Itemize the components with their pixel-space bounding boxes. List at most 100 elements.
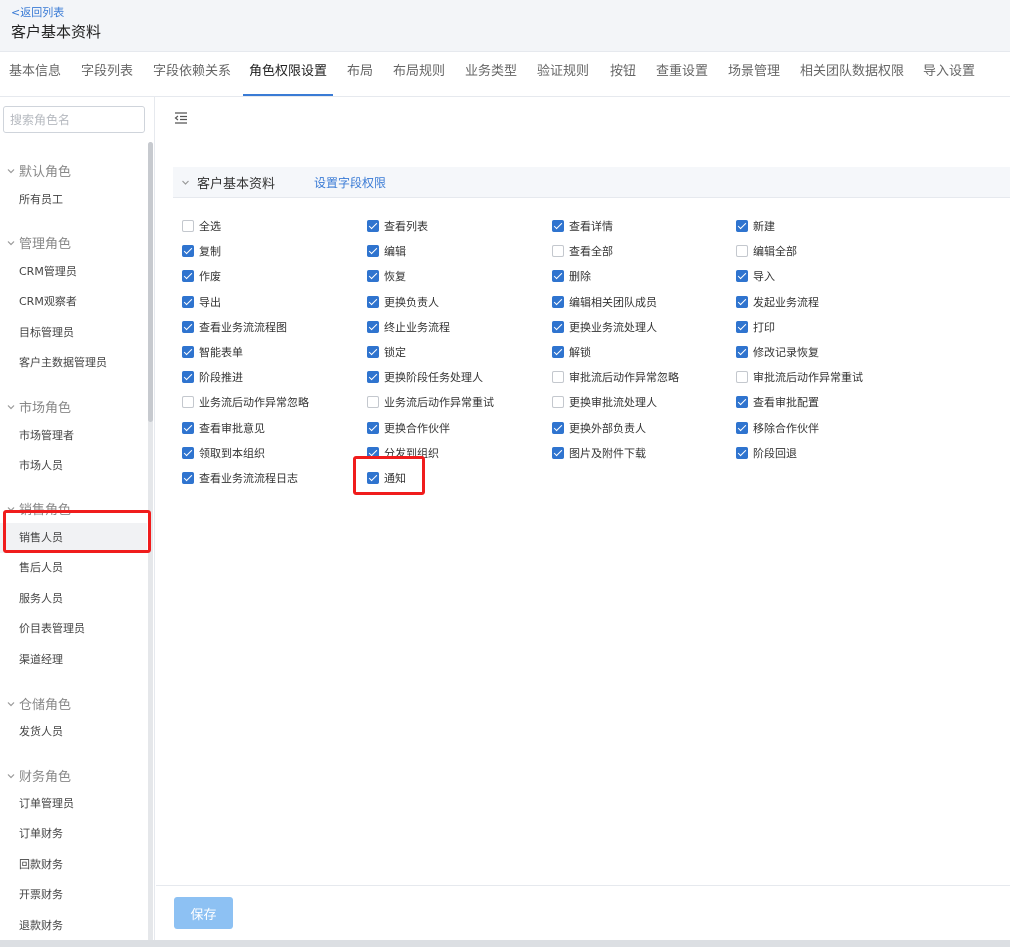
role-item[interactable]: 回款财务 xyxy=(0,850,147,880)
checkbox-checked[interactable] xyxy=(367,320,379,333)
checkbox-checked[interactable] xyxy=(182,446,194,459)
tab-duplicate-check[interactable]: 查重设置 xyxy=(656,52,708,96)
role-group-management[interactable]: 管理角色 xyxy=(7,233,71,252)
tab-basic-info[interactable]: 基本信息 xyxy=(9,52,61,96)
permission-option[interactable]: 审批流后动作异常忽略 xyxy=(552,369,679,385)
role-item[interactable]: 服务人员 xyxy=(0,584,147,614)
checkbox-unchecked[interactable] xyxy=(736,371,748,384)
checkbox-checked[interactable] xyxy=(182,472,194,484)
checkbox-checked[interactable] xyxy=(736,220,748,232)
checkbox-unchecked[interactable] xyxy=(552,396,564,409)
role-item[interactable]: 所有员工 xyxy=(0,185,147,215)
checkbox-checked[interactable] xyxy=(367,245,379,258)
checkbox-checked[interactable] xyxy=(736,346,748,358)
checkbox-checked[interactable] xyxy=(552,295,564,308)
tab-field-dependency[interactable]: 字段依赖关系 xyxy=(153,52,231,96)
role-item[interactable]: 发货人员 xyxy=(0,717,147,747)
tab-scene-management[interactable]: 场景管理 xyxy=(728,52,780,96)
permission-option[interactable]: 编辑相关团队成员 xyxy=(552,294,657,310)
role-item[interactable]: 订单管理员 xyxy=(0,789,147,819)
tab-validation-rules[interactable]: 验证规则 xyxy=(537,52,589,96)
role-group-warehouse[interactable]: 仓储角色 xyxy=(7,694,71,713)
tab-role-permissions[interactable]: 角色权限设置 xyxy=(243,52,333,96)
role-item[interactable]: 售后人员 xyxy=(0,553,147,583)
role-item-selected[interactable]: 销售人员 xyxy=(0,523,147,553)
tab-buttons[interactable]: 按钮 xyxy=(610,52,636,96)
permission-option[interactable]: 锁定 xyxy=(367,344,406,360)
checkbox-checked[interactable] xyxy=(367,421,379,434)
checkbox-checked[interactable] xyxy=(552,446,564,459)
checkbox-unchecked[interactable] xyxy=(182,396,194,409)
checkbox-checked[interactable] xyxy=(736,295,748,308)
role-item[interactable]: 价目表管理员 xyxy=(0,614,147,644)
checkbox-checked[interactable] xyxy=(367,346,379,358)
role-group-sales[interactable]: 销售角色 xyxy=(7,499,71,518)
checkbox-checked[interactable] xyxy=(736,396,748,409)
permission-option[interactable]: 审批流后动作异常重试 xyxy=(736,369,863,385)
permission-option[interactable]: 恢复 xyxy=(367,268,406,284)
checkbox-checked[interactable] xyxy=(552,346,564,358)
checkbox-unchecked[interactable] xyxy=(736,245,748,258)
tab-import-settings[interactable]: 导入设置 xyxy=(923,52,975,96)
role-item[interactable]: 客户主数据管理员 xyxy=(0,348,147,378)
checkbox-unchecked[interactable] xyxy=(182,220,194,232)
permission-option[interactable]: 终止业务流程 xyxy=(367,319,450,335)
permission-option[interactable]: 新建 xyxy=(736,218,775,234)
checkbox-checked[interactable] xyxy=(182,421,194,434)
role-item[interactable]: 订单财务 xyxy=(0,819,147,849)
horizontal-scrollbar[interactable] xyxy=(0,940,1010,947)
permission-option[interactable]: 编辑 xyxy=(367,243,406,259)
checkbox-checked[interactable] xyxy=(182,346,194,358)
permission-option[interactable]: 图片及附件下载 xyxy=(552,445,646,461)
checkbox-checked[interactable] xyxy=(367,472,379,484)
checkbox-checked[interactable] xyxy=(182,270,194,283)
permission-option[interactable]: 修改记录恢复 xyxy=(736,344,819,360)
tab-layout-rules[interactable]: 布局规则 xyxy=(393,52,445,96)
permission-option[interactable]: 解锁 xyxy=(552,344,591,360)
set-field-permission-link[interactable]: 设置字段权限 xyxy=(314,174,386,191)
role-group-marketing[interactable]: 市场角色 xyxy=(7,397,71,416)
checkbox-checked[interactable] xyxy=(736,270,748,283)
permission-section-header[interactable]: 客户基本资料 设置字段权限 xyxy=(173,167,1010,198)
permission-option[interactable]: 作废 xyxy=(182,268,221,284)
checkbox-checked[interactable] xyxy=(736,446,748,459)
checkbox-unchecked[interactable] xyxy=(367,396,379,409)
checkbox-checked[interactable] xyxy=(736,421,748,434)
permission-option[interactable]: 更换阶段任务处理人 xyxy=(367,369,483,385)
role-item[interactable]: 目标管理员 xyxy=(0,318,147,348)
checkbox-checked[interactable] xyxy=(552,270,564,283)
permission-option[interactable]: 全选 xyxy=(182,218,221,234)
checkbox-checked[interactable] xyxy=(552,421,564,434)
checkbox-checked[interactable] xyxy=(367,295,379,308)
permission-option[interactable]: 查看详情 xyxy=(552,218,613,234)
role-item[interactable]: CRM观察者 xyxy=(0,287,147,317)
permission-option[interactable]: 复制 xyxy=(182,243,221,259)
back-to-list-link[interactable]: <返回列表 xyxy=(11,4,64,20)
role-group-finance[interactable]: 财务角色 xyxy=(7,766,71,785)
tab-layout[interactable]: 布局 xyxy=(347,52,373,96)
permission-option[interactable]: 分发到组织 xyxy=(367,445,439,461)
permission-option[interactable]: 导出 xyxy=(182,294,221,310)
role-item[interactable]: 开票财务 xyxy=(0,880,147,910)
permission-option[interactable]: 编辑全部 xyxy=(736,243,797,259)
permission-option[interactable]: 查看全部 xyxy=(552,243,613,259)
permission-option[interactable]: 打印 xyxy=(736,319,775,335)
permission-option[interactable]: 通知 xyxy=(367,470,406,486)
checkbox-checked[interactable] xyxy=(367,371,379,384)
role-search-input[interactable] xyxy=(3,106,145,133)
permission-option[interactable]: 阶段推进 xyxy=(182,369,243,385)
checkbox-unchecked[interactable] xyxy=(552,371,564,384)
role-item[interactable]: 退款财务 xyxy=(0,911,147,941)
checkbox-checked[interactable] xyxy=(552,320,564,333)
checkbox-checked[interactable] xyxy=(552,220,564,232)
permission-option[interactable]: 领取到本组织 xyxy=(182,445,265,461)
role-item[interactable]: CRM管理员 xyxy=(0,257,147,287)
permission-option[interactable]: 业务流后动作异常重试 xyxy=(367,394,494,410)
role-item[interactable]: 市场管理者 xyxy=(0,421,147,451)
checkbox-checked[interactable] xyxy=(182,320,194,333)
permission-option[interactable]: 更换负责人 xyxy=(367,294,439,310)
checkbox-checked[interactable] xyxy=(736,320,748,333)
permission-option[interactable]: 更换审批流处理人 xyxy=(552,394,657,410)
permission-option[interactable]: 阶段回退 xyxy=(736,445,797,461)
permission-option[interactable]: 更换业务流处理人 xyxy=(552,319,657,335)
